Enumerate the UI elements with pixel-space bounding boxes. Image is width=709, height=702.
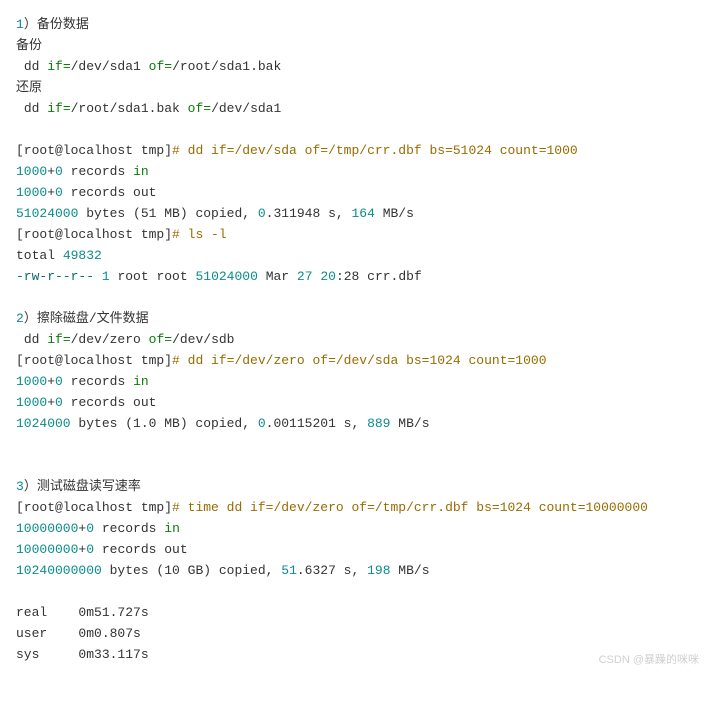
code-block: 1）备份数据 备份 dd if=/dev/sda1 of=/root/sda1.… <box>16 14 693 665</box>
prompt: [root@localhost tmp] <box>16 143 172 158</box>
kw-if: if= <box>47 59 70 74</box>
label: 还原 <box>16 80 42 95</box>
perm: -rw-r--r-- <box>16 269 94 284</box>
section-title: 擦除磁盘/文件数据 <box>37 311 149 326</box>
kw-of: of= <box>141 59 172 74</box>
time-user: user 0m0.807s <box>16 626 141 641</box>
section-num: 2 <box>16 311 24 326</box>
label: 备份 <box>16 38 42 53</box>
cmd: dd if=/dev/zero of=/dev/sda bs=1024 coun… <box>188 353 547 368</box>
cmd: dd if=/dev/sda of=/tmp/crr.dbf bs=51024 … <box>188 143 578 158</box>
cmd: ls -l <box>188 227 227 242</box>
section-num: 1 <box>16 17 24 32</box>
time-real: real 0m51.727s <box>16 605 149 620</box>
cmd: time dd if=/dev/zero of=/tmp/crr.dbf bs=… <box>188 500 648 515</box>
section-title: 测试磁盘读写速率 <box>37 479 141 494</box>
watermark: CSDN @暴躁的咪咪 <box>599 650 699 671</box>
section-num: 3 <box>16 479 24 494</box>
section-title: 备份数据 <box>37 17 89 32</box>
time-sys: sys 0m33.117s <box>16 647 149 662</box>
